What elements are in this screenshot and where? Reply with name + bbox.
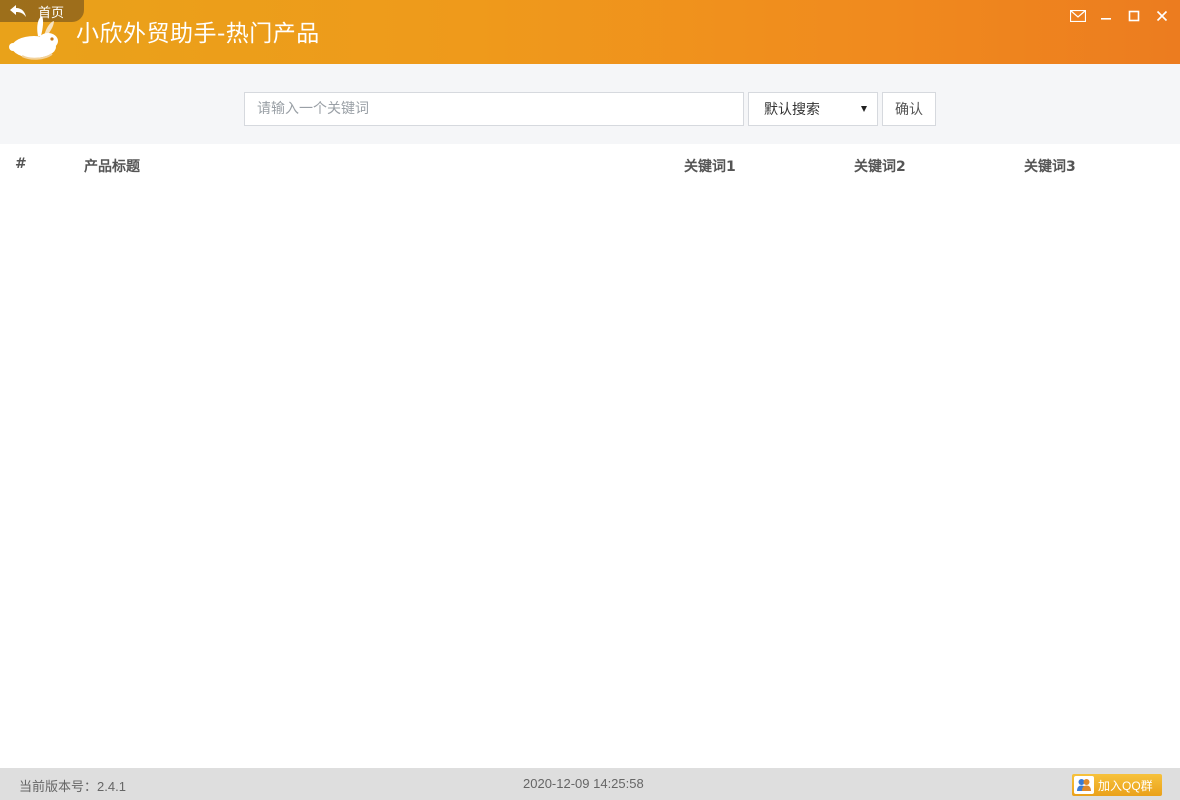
search-mode-value: 默认搜索	[764, 102, 820, 118]
app-title: 小欣外贸助手-热门产品	[76, 21, 320, 47]
maximize-icon	[1128, 10, 1140, 22]
minimize-button[interactable]	[1096, 6, 1116, 26]
close-button[interactable]	[1152, 6, 1172, 26]
column-header-index[interactable]: #	[15, 156, 27, 172]
current-datetime: 2020-12-09 14:25:58	[523, 776, 644, 791]
title-bar: 首页 小欣外贸助手-热门产品	[0, 0, 1180, 64]
minimize-icon	[1101, 18, 1111, 20]
window-controls	[1068, 6, 1172, 26]
version-info: 当前版本号：2.4.1	[19, 776, 126, 795]
mail-button[interactable]	[1068, 6, 1088, 26]
mail-icon	[1070, 10, 1086, 22]
column-header-keyword1[interactable]: 关键词1	[684, 156, 736, 176]
column-header-product-title[interactable]: 产品标题	[84, 156, 140, 176]
qq-group-label: 加入QQ群	[1098, 778, 1153, 793]
search-mode-select[interactable]: 默认搜索	[748, 92, 878, 126]
maximize-button[interactable]	[1124, 6, 1144, 26]
column-header-keyword2[interactable]: 关键词2	[854, 156, 906, 176]
qq-group-icon	[1074, 776, 1094, 794]
column-header-keyword3[interactable]: 关键词3	[1024, 156, 1076, 176]
rabbit-logo-icon	[9, 16, 58, 60]
version-label: 当前版本号：	[19, 779, 98, 794]
keyword-search-input[interactable]	[244, 92, 744, 126]
dropdown-caret-icon	[861, 106, 867, 112]
confirm-button[interactable]: 确认	[882, 92, 936, 126]
join-qq-group-button[interactable]: 加入QQ群	[1072, 774, 1162, 796]
status-bar: 当前版本号：2.4.1 2020-12-09 14:25:58 加入QQ群	[0, 768, 1180, 800]
version-number: 2.4.1	[97, 779, 126, 794]
search-bar: 默认搜索 确认	[0, 64, 1180, 144]
table-header: # 产品标题 关键词1 关键词2 关键词3	[0, 144, 1180, 184]
table-body	[0, 184, 1180, 768]
close-icon	[1156, 10, 1168, 22]
